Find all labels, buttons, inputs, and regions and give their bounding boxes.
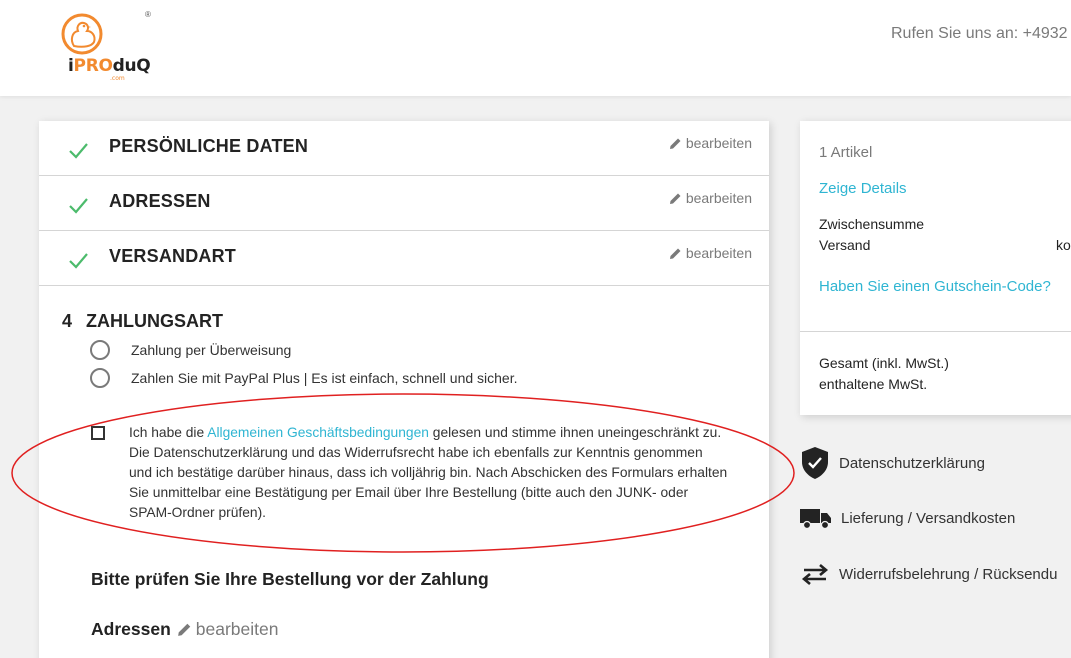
tax-label: enthaltene MwSt. (819, 376, 928, 392)
payment-step-heading: 4 ZAHLUNGSART (62, 311, 223, 332)
edit-personal-data-link[interactable]: bearbeiten (669, 135, 752, 151)
subtotal-label: Zwischensumme (819, 216, 925, 232)
reassurance-returns[interactable]: Widerrufsbelehrung / Rücksendu (800, 563, 1057, 585)
addresses-title: Adressen (91, 619, 171, 639)
radio-button[interactable] (90, 340, 110, 360)
terms-link[interactable]: Allgemeinen Geschäftsbedingungen (207, 425, 429, 440)
terms-agreement: Ich habe die Allgemeinen Geschäftsbeding… (91, 423, 729, 523)
site-header: ® iPROduQ .com Rufen Sie uns an: +4932 (0, 0, 1071, 96)
step-shipping-method: VERSANDART bearbeiten (39, 231, 769, 286)
shipping-value: ko (1056, 237, 1071, 253)
edit-shipping-link[interactable]: bearbeiten (669, 245, 752, 261)
step-title: VERSANDART (109, 246, 237, 266)
edit-label: bearbeiten (685, 190, 752, 206)
edit-label: bearbeiten (685, 245, 752, 261)
swap-arrows-icon (801, 564, 829, 585)
cart-item-count: 1 Artikel (819, 144, 873, 161)
voucher-link[interactable]: Haben Sie einen Gutschein-Code? (819, 278, 1051, 295)
checkmark-icon (69, 198, 88, 214)
total-label: Gesamt (inkl. MwSt.) (819, 355, 949, 371)
payment-option-label: Zahlen Sie mit PayPal Plus | Es ist einf… (131, 370, 518, 386)
duck-logo-icon (61, 13, 103, 55)
summary-divider (800, 331, 1071, 332)
edit-label: bearbeiten (195, 619, 279, 639)
shipping-label: Versand (819, 237, 871, 253)
logo-domain: .com (110, 75, 125, 82)
logo-wordmark: iPROduQ (68, 56, 151, 76)
step-title: ADRESSEN (109, 191, 211, 211)
review-order-heading: Bitte prüfen Sie Ihre Bestellung vor der… (91, 569, 489, 589)
addresses-review-heading: Adressen bearbeiten (91, 619, 278, 640)
reassurance-label: Widerrufsbelehrung / Rücksendu (839, 565, 1058, 583)
checkout-steps: PERSÖNLICHE DATEN bearbeiten ADRESSEN be… (39, 121, 769, 658)
payment-option-paypal-plus[interactable]: Zahlen Sie mit PayPal Plus | Es ist einf… (90, 368, 518, 388)
truck-icon (800, 509, 831, 530)
reassurance-label: Datenschutzerklärung (839, 454, 985, 472)
step-title: ZAHLUNGSART (86, 311, 224, 331)
edit-addresses-link[interactable]: bearbeiten (669, 190, 752, 206)
terms-text: Ich habe die Allgemeinen Geschäftsbeding… (129, 425, 728, 520)
registered-mark: ® (145, 10, 151, 19)
pencil-icon (177, 623, 191, 636)
show-details-link[interactable]: Zeige Details (819, 180, 907, 197)
checkmark-icon (69, 253, 88, 269)
step-number: 4 (62, 311, 73, 331)
checkmark-icon (69, 143, 88, 159)
reassurance-shipping[interactable]: Lieferung / Versandkosten (800, 506, 1015, 530)
radio-button[interactable] (90, 368, 110, 388)
pencil-icon (669, 248, 681, 259)
reassurance-privacy[interactable]: Datenschutzerklärung (800, 446, 985, 480)
edit-addresses-review-link[interactable]: bearbeiten (177, 619, 279, 640)
pencil-icon (669, 193, 681, 204)
shield-check-icon (802, 447, 828, 479)
payment-option-bank-transfer[interactable]: Zahlung per Überweisung (90, 340, 291, 360)
cart-summary: 1 Artikel Zeige Details Zwischensumme Ve… (800, 121, 1071, 415)
reassurance-label: Lieferung / Versandkosten (841, 509, 1016, 527)
terms-checkbox[interactable] (91, 426, 105, 440)
step-title: PERSÖNLICHE DATEN (109, 136, 309, 156)
pencil-icon (669, 138, 681, 149)
edit-label: bearbeiten (685, 135, 752, 151)
step-personal-data: PERSÖNLICHE DATEN bearbeiten (39, 121, 769, 176)
phone-contact: Rufen Sie uns an: +4932 (891, 25, 1068, 42)
step-addresses: ADRESSEN bearbeiten (39, 176, 769, 231)
payment-option-label: Zahlung per Überweisung (131, 342, 292, 358)
site-logo[interactable]: ® iPROduQ .com (54, 8, 151, 88)
